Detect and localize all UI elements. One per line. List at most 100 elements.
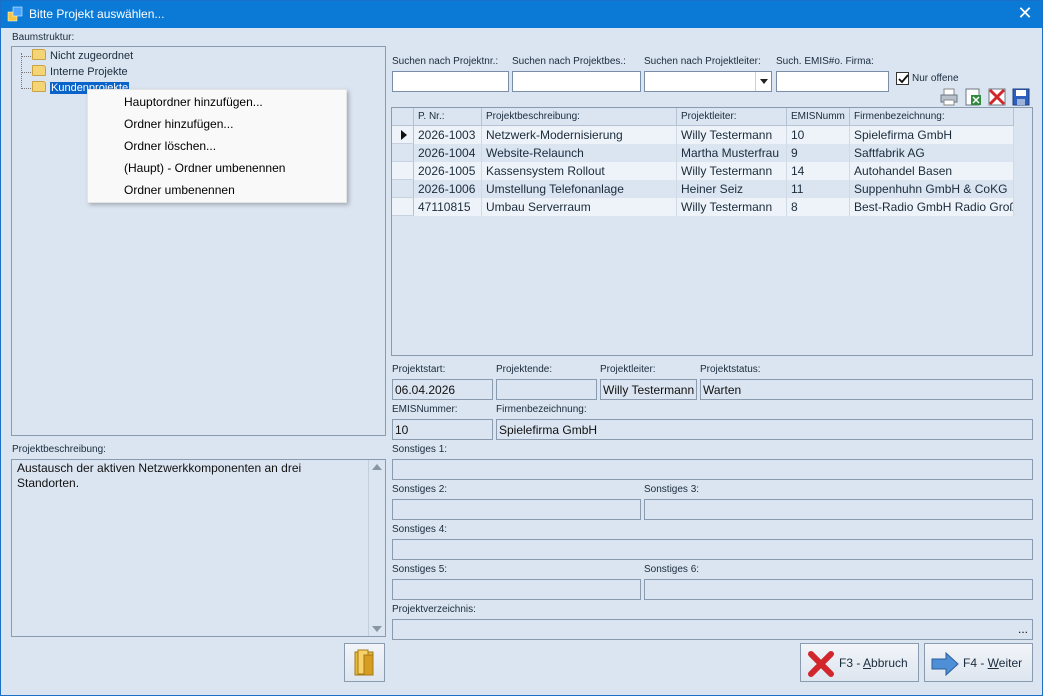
cell-leiter: Willy Testermann [677,162,787,180]
search-projektleiter-label: Suchen nach Projektleiter: [644,56,761,67]
projektende-field[interactable] [496,379,597,400]
folder-icon [32,49,46,60]
cell-emis: 9 [787,144,850,162]
search-projektnr-label: Suchen nach Projektnr.: [392,56,499,67]
tree-item-label: Nicht zugeordnet [50,50,134,62]
col-header-emis[interactable]: EMISNumm [787,108,850,126]
sonstiges1-field[interactable] [392,459,1033,480]
menu-item-delete-folder[interactable]: Ordner löschen... [124,139,216,153]
tree-label: Baumstruktur: [12,32,75,43]
nur-offene-label: Nur offene [912,73,959,84]
cell-firma: Best-Radio GmbH Radio Groß [850,198,1014,216]
search-emis-input[interactable] [776,71,889,92]
export-excel-icon[interactable] [963,87,983,107]
table-row[interactable]: 47110815 Umbau Serverraum Willy Testerma… [392,198,1014,216]
scroll-up-icon[interactable] [372,464,382,470]
description-label: Projektbeschreibung: [12,444,106,455]
row-header [392,198,414,216]
chevron-down-icon [760,79,768,84]
weiter-label-prefix: F4 - [963,656,988,670]
table-row[interactable]: 2026-1006 Umstellung Telefonanlage Heine… [392,180,1014,198]
tree-item-label: Interne Projekte [50,66,128,78]
menu-item-add-folder[interactable]: Ordner hinzufügen... [124,117,233,131]
abbruch-label-rest: bbruch [871,656,908,670]
menu-item-rename-folder[interactable]: Ordner umbenennen [124,183,235,197]
col-header-beschreibung[interactable]: Projektbeschreibung: [482,108,677,126]
cell-beschreibung: Netzwerk-Modernisierung [482,126,677,144]
cell-beschreibung: Website-Relaunch [482,144,677,162]
firmenbezeichnung-label: Firmenbezeichnung: [496,404,587,415]
close-button[interactable]: ✕ [1011,3,1039,25]
app-icon [7,6,23,22]
cell-nr: 2026-1005 [414,162,482,180]
printer-icon[interactable] [939,87,959,107]
cell-nr: 47110815 [414,198,482,216]
abbruch-label-prefix: F3 - [839,656,864,670]
tree-item-interne-projekte[interactable]: Interne Projekte [32,65,128,79]
dropdown-button[interactable] [755,72,771,91]
sonstiges3-label: Sonstiges 3: [644,484,700,495]
cell-nr: 2026-1004 [414,144,482,162]
search-projektleiter-select[interactable] [644,71,772,92]
weiter-label-key: W [987,656,999,670]
cell-emis: 11 [787,180,850,198]
table-row[interactable]: 2026-1005 Kassensystem Rollout Willy Tes… [392,162,1014,180]
cell-beschreibung: Umstellung Telefonanlage [482,180,677,198]
open-folder-icon [32,81,46,92]
table-row[interactable]: 2026-1004 Website-Relaunch Martha Muster… [392,144,1014,162]
sonstiges3-field[interactable] [644,499,1033,520]
projektverzeichnis-field[interactable]: ... [392,619,1033,640]
cell-firma: Spielefirma GmbH [850,126,1014,144]
projektstatus-label: Projektstatus: [700,364,761,375]
scroll-down-icon[interactable] [372,626,382,632]
sonstiges4-field[interactable] [392,539,1033,560]
projektstart-field[interactable]: 06.04.2026 [392,379,493,400]
row-header [392,162,414,180]
projektstart-label: Projektstart: [392,364,446,375]
row-header [392,144,414,162]
arrow-right-icon [931,651,959,677]
projektstatus-field[interactable]: Warten [700,379,1033,400]
projektverzeichnis-label: Projektverzeichnis: [392,604,476,615]
menu-item-rename-main-folder[interactable]: (Haupt) - Ordner umbenennen [124,161,285,175]
project-table[interactable]: P. Nr.: Projektbeschreibung: Projektleit… [391,107,1033,356]
description-scrollbar[interactable] [368,460,385,636]
sonstiges6-field[interactable] [644,579,1033,600]
save-icon[interactable] [1011,87,1031,107]
table-row[interactable]: 2026-1003 Netzwerk-Modernisierung Willy … [392,126,1014,144]
cell-leiter: Heiner Seiz [677,180,787,198]
open-folder-button[interactable] [344,643,385,682]
cell-nr: 2026-1006 [414,180,482,198]
cell-beschreibung: Umbau Serverraum [482,198,677,216]
sonstiges2-label: Sonstiges 2: [392,484,448,495]
col-header-nr[interactable]: P. Nr.: [414,108,482,126]
firmenbezeichnung-field[interactable]: Spielefirma GmbH [496,419,1033,440]
tree-item-nicht-zugeordnet[interactable]: Nicht zugeordnet [32,49,133,63]
cell-firma: Saftfabrik AG [850,144,1014,162]
projektleiter-field[interactable]: Willy Testermann [600,379,697,400]
cell-emis: 10 [787,126,850,144]
col-header-firma[interactable]: Firmenbezeichnung: [850,108,1014,126]
weiter-button[interactable]: F4 - Weiter [924,643,1033,682]
sonstiges2-field[interactable] [392,499,641,520]
project-select-dialog: Bitte Projekt auswählen... ✕ Baumstruktu… [0,0,1043,696]
sonstiges6-label: Sonstiges 6: [644,564,700,575]
emisnummer-field[interactable]: 10 [392,419,493,440]
search-projektbes-label: Suchen nach Projektbes.: [512,56,626,67]
menu-item-add-main-folder[interactable]: Hauptordner hinzufügen... [124,95,263,109]
close-icon: ✕ [1017,3,1033,23]
description-text: Austausch der aktiven Netzwerkkomponente… [17,461,302,490]
browse-button[interactable]: ... [1018,622,1028,636]
search-projektbes-input[interactable] [512,71,641,92]
projektende-label: Projektende: [496,364,553,375]
sonstiges5-field[interactable] [392,579,641,600]
abbruch-button[interactable]: F3 - Abbruch [800,643,919,682]
nur-offene-checkbox[interactable] [896,72,909,85]
search-projektnr-input[interactable] [392,71,509,92]
col-header-leiter[interactable]: Projektleiter: [677,108,787,126]
description-box[interactable]: Austausch der aktiven Netzwerkkomponente… [11,459,386,637]
cell-nr: 2026-1003 [414,126,482,144]
delete-icon[interactable] [987,87,1007,107]
checkmark-icon [898,74,909,84]
sonstiges5-label: Sonstiges 5: [392,564,448,575]
